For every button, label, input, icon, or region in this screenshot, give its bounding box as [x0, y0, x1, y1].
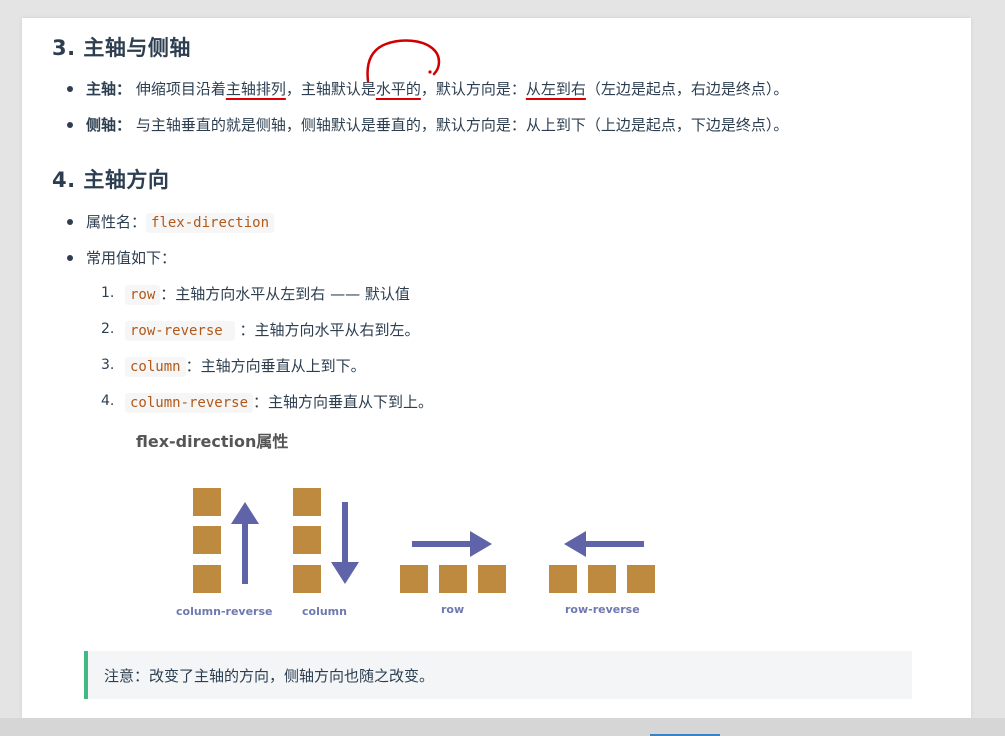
value-desc: ：主轴方向垂直从下到上。 [253, 393, 434, 411]
figure-title: flex-direction属性 [136, 432, 289, 451]
property-name-label: 属性名： [86, 213, 147, 231]
figure-label: row [441, 603, 465, 616]
main-axis-colon: ： [116, 80, 132, 98]
bullet-dot [67, 255, 73, 261]
flex-item-box [400, 565, 428, 593]
value-desc: ：主轴方向水平从左到右 —— 默认值 [160, 285, 410, 303]
note-text: 注意：改变了主轴的方向，侧轴方向也随之改变。 [104, 667, 435, 685]
main-axis-text-4: （左边是起点，右边是终点）。 [585, 80, 789, 98]
property-name-code: flex-direction [146, 213, 275, 233]
value-row: row-reverse ：主轴方向水平从右到左。 [125, 319, 420, 341]
bullet-dot [67, 122, 73, 128]
value-desc: ：主轴方向垂直从上到下。 [185, 357, 366, 375]
arrow-left-icon [564, 531, 644, 557]
cross-axis-colon: ： [116, 116, 132, 134]
main-axis-underline-3: 从左到右 [525, 80, 586, 98]
value-row: column-reverse ：主轴方向垂直从下到上。 [125, 391, 434, 413]
list-number: 4. [101, 393, 115, 409]
property-name-item: 属性名： flex-direction [86, 211, 275, 233]
list-number: 2. [101, 321, 115, 337]
list-number: 1. [101, 285, 115, 301]
flex-item-box [549, 565, 577, 593]
flex-item-box [293, 526, 321, 554]
note-callout: 注意：改变了主轴的方向，侧轴方向也随之改变。 [84, 651, 912, 699]
value-code: column [125, 357, 186, 377]
flex-item-box [193, 565, 221, 593]
value-row: column ：主轴方向垂直从上到下。 [125, 355, 366, 377]
bullet-dot [67, 219, 73, 225]
flex-item-box [193, 488, 221, 516]
arrow-up-icon [231, 502, 259, 584]
figure-label: column [302, 605, 347, 618]
section-4-heading: 4. 主轴方向 [52, 168, 170, 192]
common-values-item: 常用值如下： [86, 247, 176, 268]
flex-item-box [588, 565, 616, 593]
bottom-bar [0, 718, 1005, 736]
flex-item-box [439, 565, 467, 593]
common-values-label: 常用值如下： [86, 249, 177, 267]
main-axis-underline-1: 主轴排列 [225, 80, 286, 98]
cross-axis-item: 侧轴： 与主轴垂直的就是侧轴，侧轴默认是垂直的，默认方向是：从上到下（上边是起点… [86, 114, 788, 135]
main-axis-label: 主轴 [86, 80, 117, 98]
list-number: 3. [101, 357, 115, 373]
flex-item-box [478, 565, 506, 593]
flex-item-box [627, 565, 655, 593]
flex-item-box [293, 488, 321, 516]
flex-item-box [193, 526, 221, 554]
main-axis-text-1: 伸缩项目沿着 [135, 80, 226, 98]
value-code: row-reverse [125, 321, 235, 341]
cross-axis-label: 侧轴 [86, 116, 117, 134]
flex-item-box [293, 565, 321, 593]
pen-annotation [366, 39, 441, 83]
figure-label: row-reverse [565, 603, 640, 616]
value-desc: ：主轴方向水平从右到左。 [239, 321, 420, 339]
value-row: row ：主轴方向水平从左到右 —— 默认值 [125, 283, 410, 305]
value-code: row [125, 285, 161, 305]
figure-label: column-reverse [176, 605, 273, 618]
bullet-dot [67, 86, 73, 92]
section-3-heading: 3. 主轴与侧轴 [52, 36, 191, 60]
arrow-down-icon [331, 502, 359, 584]
cross-axis-text: 与主轴垂直的就是侧轴，侧轴默认是垂直的，默认方向是：从上到下（上边是起点，下边是… [135, 116, 789, 134]
arrow-right-icon [412, 531, 492, 557]
value-code: column-reverse [125, 393, 254, 413]
